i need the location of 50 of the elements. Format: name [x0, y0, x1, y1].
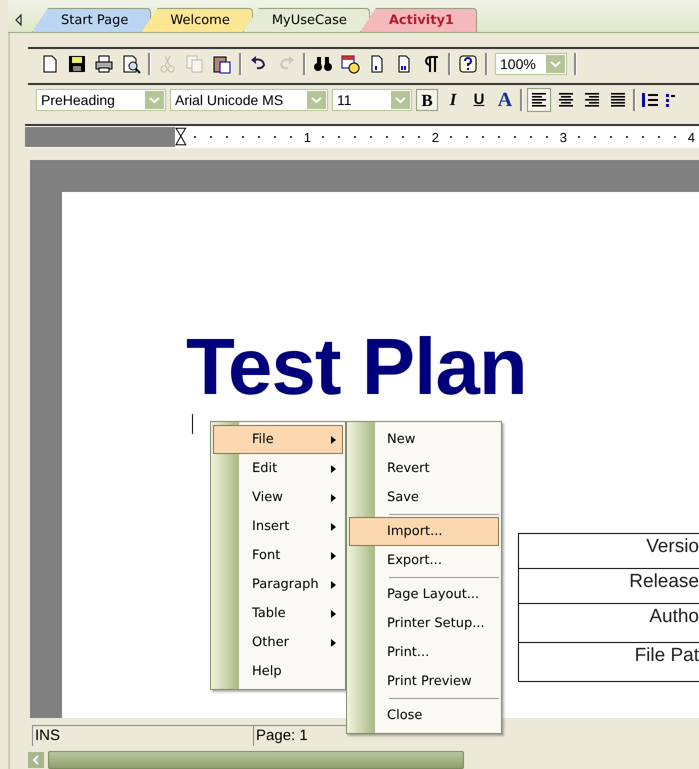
table-cell-text: File Pat [634, 644, 699, 668]
menu-item[interactable]: New [349, 425, 499, 454]
menu-item[interactable]: Print... [349, 638, 499, 667]
menu-item[interactable]: Export... [349, 546, 499, 575]
table-cell: Versio [519, 534, 699, 569]
menu-item[interactable]: Paragraph [213, 570, 343, 599]
tab[interactable]: MyUseCase [242, 8, 370, 32]
calendar-icon[interactable] [340, 54, 360, 74]
table-cell: Autho [519, 604, 699, 643]
paste-icon[interactable] [212, 54, 232, 74]
print-preview-icon[interactable] [121, 54, 141, 74]
ruler-number: 1 [302, 130, 312, 144]
printer-icon[interactable] [94, 54, 114, 74]
align-left-icon[interactable] [527, 88, 551, 112]
menu-item[interactable]: Edit [213, 454, 343, 483]
dropdown[interactable]: 100% [495, 53, 567, 75]
menu-item[interactable]: Page Layout... [349, 580, 499, 609]
ruler-number: 2 [430, 130, 440, 144]
format-button[interactable]: A [494, 89, 516, 111]
ruler-number: 4 [686, 130, 696, 144]
help-icon[interactable] [458, 54, 478, 74]
menu-item[interactable]: Table [213, 599, 343, 628]
menu-item[interactable]: Help [213, 657, 343, 686]
table-cell: Release [519, 569, 699, 604]
scrollbar-thumb[interactable] [48, 751, 464, 769]
status-mode: INS [32, 724, 253, 746]
dropdown[interactable]: Arial Unicode MS [170, 89, 328, 111]
menu-item[interactable]: Save [349, 483, 499, 512]
menu-item[interactable]: Font [213, 541, 343, 570]
dropdown[interactable]: 11 [332, 89, 412, 111]
scroll-left-icon[interactable] [14, 14, 24, 26]
menu-item[interactable]: Import... [349, 517, 499, 546]
format-button[interactable]: U [468, 89, 490, 111]
dropdown[interactable]: PreHeading [36, 89, 166, 111]
format-button[interactable]: B [416, 89, 438, 111]
tab[interactable]: Start Page [32, 8, 152, 32]
tab[interactable]: Welcome [141, 8, 253, 32]
menu-item[interactable]: File [213, 425, 343, 454]
ruler-number: 3 [558, 130, 568, 144]
document-title: Test Plan [186, 322, 528, 412]
menu-item[interactable]: View [213, 483, 343, 512]
tab[interactable]: Activity1 [360, 8, 477, 32]
menu-item[interactable]: Print Preview [349, 667, 499, 696]
menu-item[interactable]: Insert [213, 512, 343, 541]
menu-item[interactable]: Revert [349, 454, 499, 483]
format-button[interactable]: I [442, 89, 464, 111]
menu-item[interactable]: Printer Setup... [349, 609, 499, 638]
menu-item[interactable]: Other [213, 628, 343, 657]
text-cursor [192, 414, 193, 434]
save-icon[interactable] [67, 54, 87, 74]
